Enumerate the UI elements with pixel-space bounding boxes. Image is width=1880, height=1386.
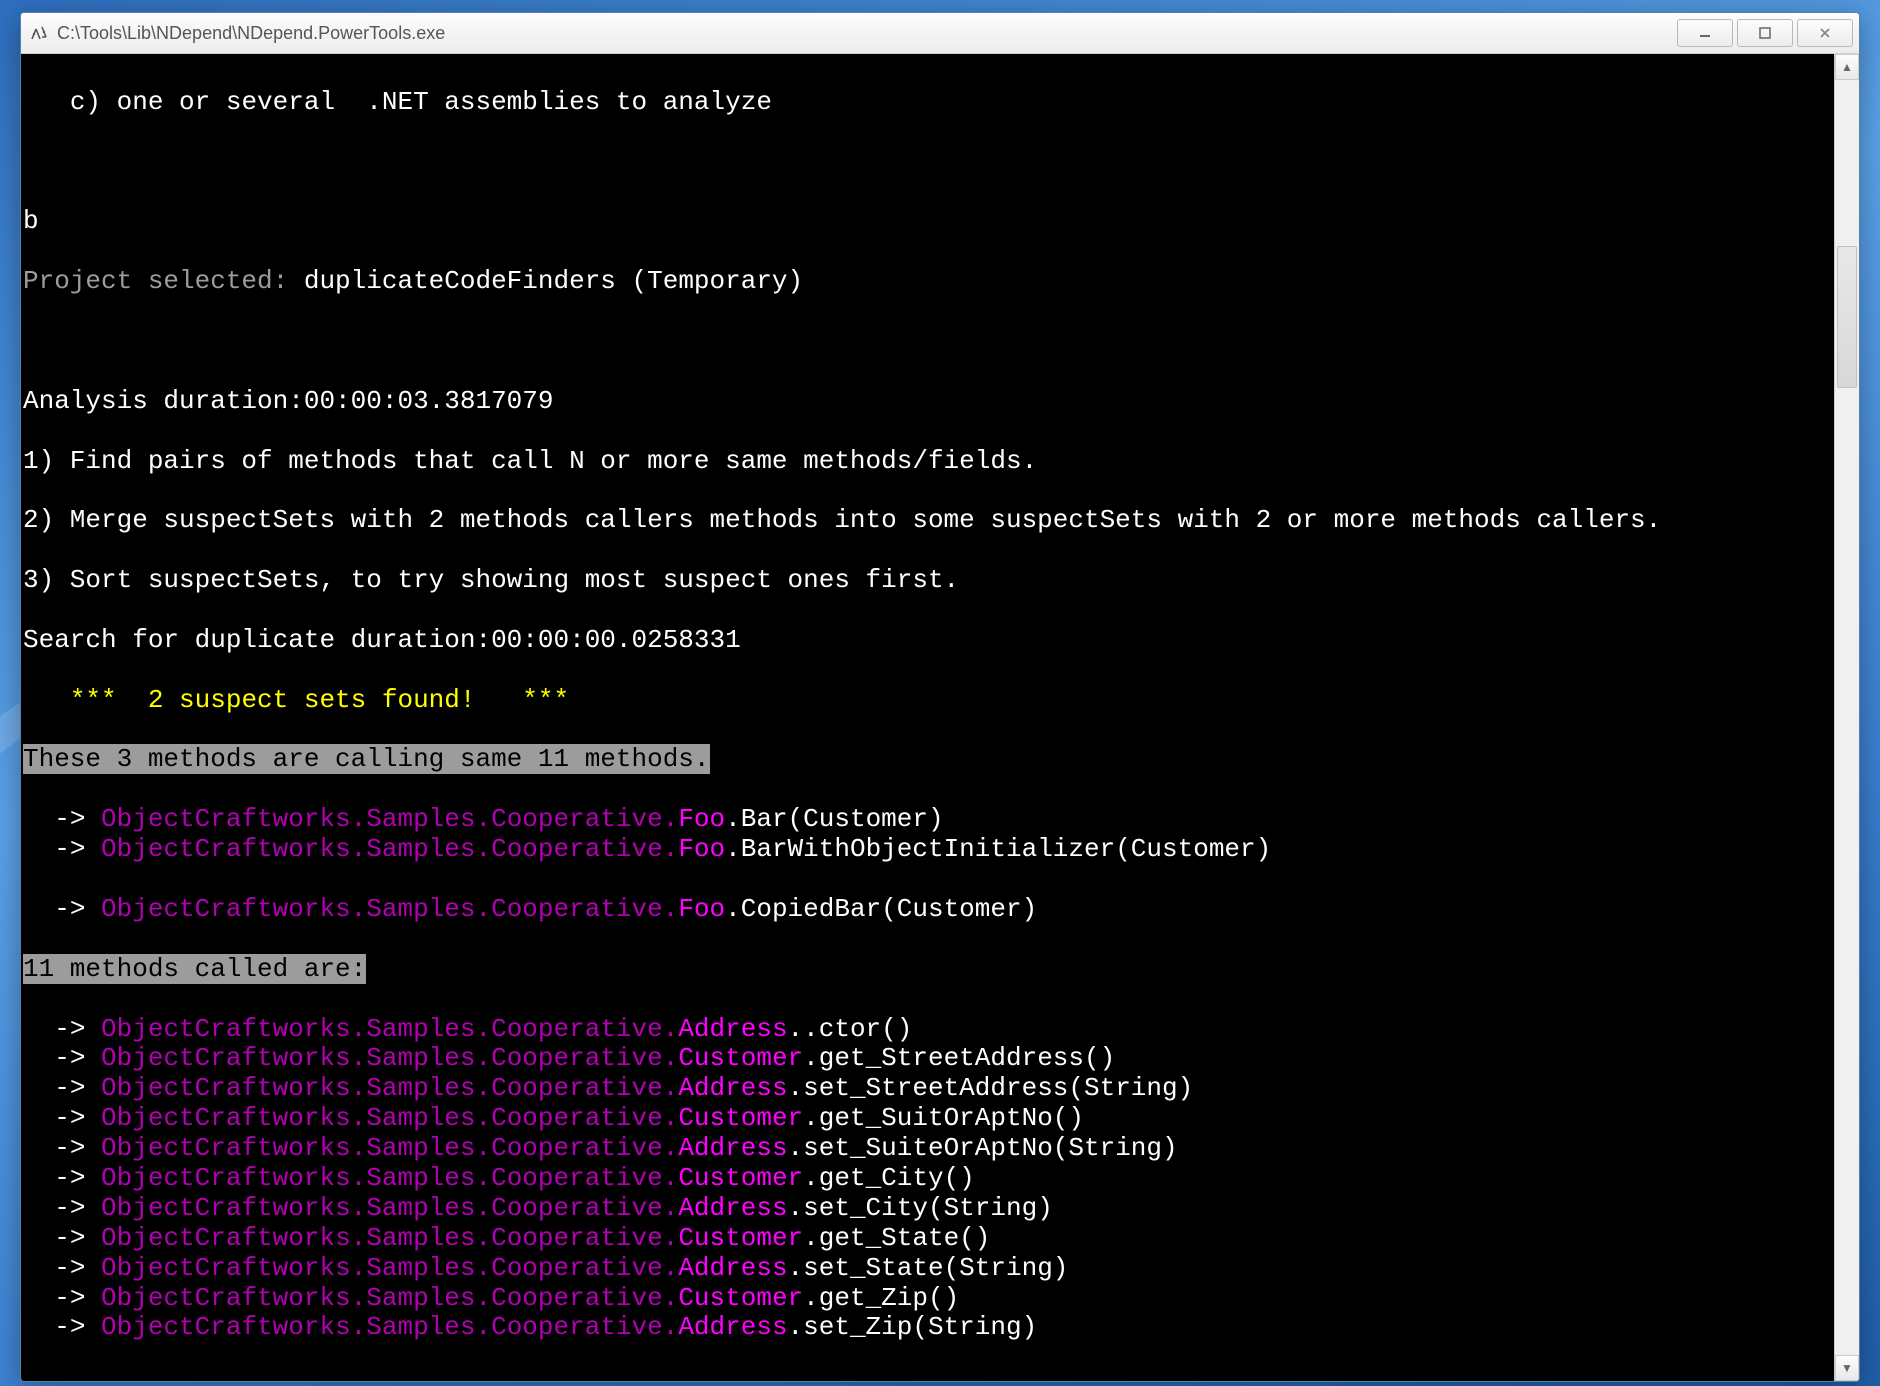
namespace: ObjectCraftworks.Samples.Cooperative.	[101, 1073, 678, 1103]
option-line: c) one or several .NET assemblies to ana…	[23, 88, 1832, 118]
method-line: -> ObjectCraftworks.Samples.Cooperative.…	[23, 1194, 1832, 1224]
arrow-indicator: ->	[23, 1043, 101, 1073]
member-name: .set_StreetAddress(String)	[788, 1073, 1194, 1103]
window-title: C:\Tools\Lib\NDepend\NDepend.PowerTools.…	[57, 23, 1677, 44]
type-name: Customer	[678, 1103, 803, 1133]
arrow-indicator: ->	[23, 1283, 101, 1313]
method-line: -> ObjectCraftworks.Samples.Cooperative.…	[23, 835, 1832, 865]
namespace: ObjectCraftworks.Samples.Cooperative.	[101, 1163, 678, 1193]
method-line: -> ObjectCraftworks.Samples.Cooperative.…	[23, 1104, 1832, 1134]
arrow-indicator: ->	[23, 1312, 101, 1342]
arrow-indicator: ->	[23, 1253, 101, 1283]
arrow-indicator: ->	[23, 834, 101, 864]
member-name: .get_State()	[803, 1223, 990, 1253]
maximize-button[interactable]	[1737, 19, 1793, 47]
type-name: Address	[678, 1014, 787, 1044]
method-line: -> ObjectCraftworks.Samples.Cooperative.…	[23, 1313, 1832, 1343]
type-name: Customer	[678, 1163, 803, 1193]
project-label: Project selected:	[23, 266, 288, 296]
member-name: .set_SuiteOrAptNo(String)	[788, 1133, 1178, 1163]
arrow-indicator: ->	[23, 1073, 101, 1103]
method-line: -> ObjectCraftworks.Samples.Cooperative.…	[23, 805, 1832, 835]
arrow-indicator: ->	[23, 1133, 101, 1163]
type-name: Address	[678, 1133, 787, 1163]
method-line: -> ObjectCraftworks.Samples.Cooperative.…	[23, 1015, 1832, 1045]
namespace: ObjectCraftworks.Samples.Cooperative.	[101, 1043, 678, 1073]
method-line: -> ObjectCraftworks.Samples.Cooperative.…	[23, 1164, 1832, 1194]
member-name: .Bar(Customer)	[725, 804, 943, 834]
namespace: ObjectCraftworks.Samples.Cooperative.	[101, 894, 678, 924]
namespace: ObjectCraftworks.Samples.Cooperative.	[101, 834, 678, 864]
method-line: -> ObjectCraftworks.Samples.Cooperative.…	[23, 895, 1832, 925]
type-name: Address	[678, 1312, 787, 1342]
close-button[interactable]	[1797, 19, 1853, 47]
member-name: .BarWithObjectInitializer(Customer)	[725, 834, 1271, 864]
step-2: 2) Merge suspectSets with 2 methods call…	[23, 506, 1832, 536]
minimize-button[interactable]	[1677, 19, 1733, 47]
user-input: b	[23, 207, 1832, 237]
type-name: Foo	[678, 804, 725, 834]
method-line: -> ObjectCraftworks.Samples.Cooperative.…	[23, 1224, 1832, 1254]
arrow-indicator: ->	[23, 804, 101, 834]
scroll-thumb[interactable]	[1837, 246, 1857, 388]
called-header: 11 methods called are:	[23, 954, 366, 984]
step-1: 1) Find pairs of methods that call N or …	[23, 447, 1832, 477]
member-name: .get_City()	[803, 1163, 975, 1193]
type-name: Customer	[678, 1283, 803, 1313]
namespace: ObjectCraftworks.Samples.Cooperative.	[101, 1103, 678, 1133]
group-header: These 3 methods are calling same 11 meth…	[23, 744, 710, 774]
namespace: ObjectCraftworks.Samples.Cooperative.	[101, 1193, 678, 1223]
vertical-scrollbar[interactable]: ▲ ▼	[1834, 54, 1859, 1381]
member-name: .CopiedBar(Customer)	[725, 894, 1037, 924]
namespace: ObjectCraftworks.Samples.Cooperative.	[101, 1014, 678, 1044]
namespace: ObjectCraftworks.Samples.Cooperative.	[101, 1133, 678, 1163]
scroll-down-button[interactable]: ▼	[1835, 1355, 1859, 1381]
member-name: .set_Zip(String)	[788, 1312, 1038, 1342]
step-3: 3) Sort suspectSets, to try showing most…	[23, 566, 1832, 596]
project-value: duplicateCodeFinders (Temporary)	[288, 266, 803, 296]
type-name: Foo	[678, 834, 725, 864]
app-icon	[29, 23, 49, 43]
type-name: Customer	[678, 1223, 803, 1253]
method-line: -> ObjectCraftworks.Samples.Cooperative.…	[23, 1254, 1832, 1284]
member-name: .get_SuitOrAptNo()	[803, 1103, 1084, 1133]
namespace: ObjectCraftworks.Samples.Cooperative.	[101, 1223, 678, 1253]
console-window: C:\Tools\Lib\NDepend\NDepend.PowerTools.…	[20, 12, 1860, 1382]
arrow-indicator: ->	[23, 1014, 101, 1044]
method-line: -> ObjectCraftworks.Samples.Cooperative.…	[23, 1074, 1832, 1104]
console-output: c) one or several .NET assemblies to ana…	[21, 54, 1834, 1381]
namespace: ObjectCraftworks.Samples.Cooperative.	[101, 1253, 678, 1283]
arrow-indicator: ->	[23, 894, 101, 924]
type-name: Address	[678, 1253, 787, 1283]
member-name: .set_City(String)	[788, 1193, 1053, 1223]
namespace: ObjectCraftworks.Samples.Cooperative.	[101, 804, 678, 834]
arrow-indicator: ->	[23, 1193, 101, 1223]
window-controls	[1677, 19, 1853, 47]
method-line: -> ObjectCraftworks.Samples.Cooperative.…	[23, 1134, 1832, 1164]
arrow-indicator: ->	[23, 1163, 101, 1193]
member-name: .get_Zip()	[803, 1283, 959, 1313]
titlebar[interactable]: C:\Tools\Lib\NDepend\NDepend.PowerTools.…	[21, 13, 1859, 54]
type-name: Foo	[678, 894, 725, 924]
member-name: ..ctor()	[788, 1014, 913, 1044]
found-banner: *** 2 suspect sets found! ***	[23, 686, 1832, 716]
arrow-indicator: ->	[23, 1103, 101, 1133]
method-line: -> ObjectCraftworks.Samples.Cooperative.…	[23, 1284, 1832, 1314]
search-duration: Search for duplicate duration:00:00:00.0…	[23, 626, 1832, 656]
member-name: .set_State(String)	[788, 1253, 1069, 1283]
namespace: ObjectCraftworks.Samples.Cooperative.	[101, 1283, 678, 1313]
namespace: ObjectCraftworks.Samples.Cooperative.	[101, 1312, 678, 1342]
method-line: -> ObjectCraftworks.Samples.Cooperative.…	[23, 1044, 1832, 1074]
arrow-indicator: ->	[23, 1223, 101, 1253]
scroll-up-button[interactable]: ▲	[1835, 54, 1859, 80]
type-name: Customer	[678, 1043, 803, 1073]
type-name: Address	[678, 1193, 787, 1223]
analysis-duration: Analysis duration:00:00:03.3817079	[23, 387, 1832, 417]
member-name: .get_StreetAddress()	[803, 1043, 1115, 1073]
type-name: Address	[678, 1073, 787, 1103]
